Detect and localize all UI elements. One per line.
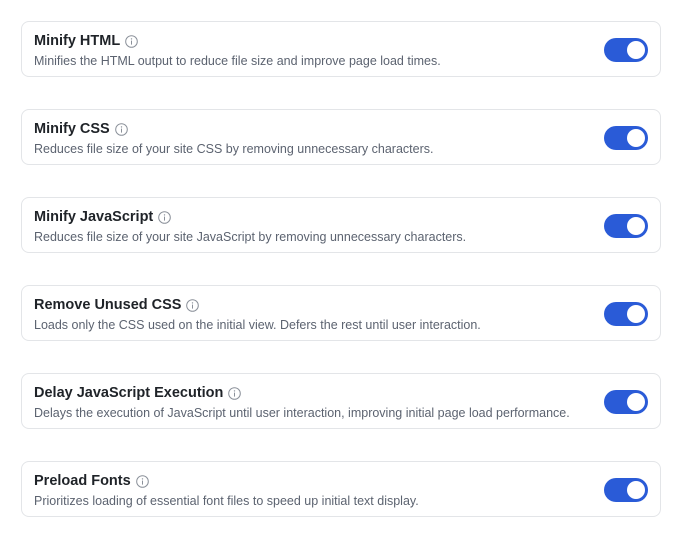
setting-description: Prioritizes loading of essential font fi… bbox=[34, 494, 419, 508]
setting-text: Remove Unused CSS Loads only the CSS use… bbox=[34, 296, 580, 333]
setting-title-row: Preload Fonts bbox=[34, 472, 580, 490]
setting-card-remove-unused-css: Remove Unused CSS Loads only the CSS use… bbox=[21, 285, 661, 341]
setting-title: Preload Fonts bbox=[34, 473, 131, 489]
setting-title: Delay JavaScript Execution bbox=[34, 385, 224, 401]
minify-javascript-toggle[interactable] bbox=[604, 214, 648, 238]
delay-javascript-execution-toggle[interactable] bbox=[604, 390, 648, 414]
info-icon[interactable] bbox=[135, 474, 149, 488]
info-icon[interactable] bbox=[158, 210, 172, 224]
toggle-knob bbox=[627, 305, 645, 323]
setting-title-row: Minify HTML bbox=[34, 32, 580, 50]
setting-text: Delay JavaScript Execution Delays the ex… bbox=[34, 384, 580, 421]
setting-title-row: Remove Unused CSS bbox=[34, 296, 580, 314]
info-icon[interactable] bbox=[114, 122, 128, 136]
setting-text: Minify HTML Minifies the HTML output to … bbox=[34, 32, 580, 69]
setting-title: Remove Unused CSS bbox=[34, 297, 182, 313]
setting-card-delay-javascript-execution: Delay JavaScript Execution Delays the ex… bbox=[21, 373, 661, 429]
setting-description: Loads only the CSS used on the initial v… bbox=[34, 318, 481, 332]
setting-description: Delays the execution of JavaScript until… bbox=[34, 406, 570, 420]
setting-title-row: Minify JavaScript bbox=[34, 208, 580, 226]
setting-description: Reduces file size of your site CSS by re… bbox=[34, 142, 434, 156]
setting-description: Minifies the HTML output to reduce file … bbox=[34, 54, 441, 68]
setting-card-minify-css: Minify CSS Reduces file size of your sit… bbox=[21, 109, 661, 165]
info-icon[interactable] bbox=[228, 386, 242, 400]
toggle-knob bbox=[627, 41, 645, 59]
toggle-knob bbox=[627, 481, 645, 499]
setting-title: Minify HTML bbox=[34, 33, 121, 49]
toggle-knob bbox=[627, 393, 645, 411]
remove-unused-css-toggle[interactable] bbox=[604, 302, 648, 326]
setting-title: Minify CSS bbox=[34, 121, 110, 137]
setting-text: Minify JavaScript Reduces file size of y… bbox=[34, 208, 580, 245]
settings-list: Minify HTML Minifies the HTML output to … bbox=[21, 21, 661, 517]
setting-card-minify-javascript: Minify JavaScript Reduces file size of y… bbox=[21, 197, 661, 253]
setting-text: Preload Fonts Prioritizes loading of ess… bbox=[34, 472, 580, 509]
setting-card-minify-html: Minify HTML Minifies the HTML output to … bbox=[21, 21, 661, 77]
setting-title-row: Minify CSS bbox=[34, 120, 580, 138]
setting-title: Minify JavaScript bbox=[34, 209, 154, 225]
setting-text: Minify CSS Reduces file size of your sit… bbox=[34, 120, 580, 157]
minify-css-toggle[interactable] bbox=[604, 126, 648, 150]
setting-card-preload-fonts: Preload Fonts Prioritizes loading of ess… bbox=[21, 461, 661, 517]
info-icon[interactable] bbox=[125, 34, 138, 48]
preload-fonts-toggle[interactable] bbox=[604, 478, 648, 502]
toggle-knob bbox=[627, 217, 645, 235]
info-icon[interactable] bbox=[186, 298, 200, 312]
toggle-knob bbox=[627, 129, 645, 147]
setting-description: Reduces file size of your site JavaScrip… bbox=[34, 230, 467, 244]
setting-title-row: Delay JavaScript Execution bbox=[34, 384, 580, 402]
minify-html-toggle[interactable] bbox=[604, 38, 648, 62]
